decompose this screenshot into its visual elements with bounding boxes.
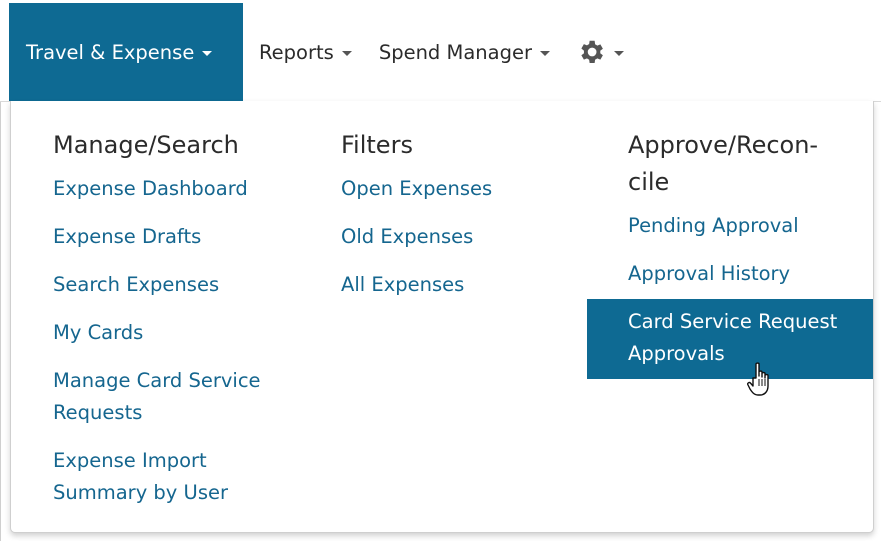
link-search-expenses[interactable]: Search Expenses <box>53 269 303 301</box>
column-heading: Approve/Recon­cile <box>628 131 819 196</box>
hand-pointer-icon <box>747 362 769 396</box>
link-open-expenses[interactable]: Open Expenses <box>341 173 561 205</box>
link-expense-import-summary[interactable]: Expense Import Summary by User <box>53 445 303 509</box>
link-old-expenses[interactable]: Old Expenses <box>341 221 561 253</box>
link-manage-card-service-requests[interactable]: Manage Card Service Requests <box>53 365 303 429</box>
nav-spend-manager[interactable]: Spend Manager <box>352 3 550 101</box>
column-heading: Manage/Search <box>53 131 239 159</box>
top-navbar: Travel & Expense Reports Spend Manager <box>0 0 881 102</box>
main-nav: Travel & Expense Reports Spend Manager <box>9 3 624 101</box>
nav-travel-expense-label: Travel & Expense <box>26 40 195 64</box>
nav-spend-manager-label: Spend Manager <box>378 40 532 64</box>
link-expense-dashboard[interactable]: Expense Dashboard <box>53 173 303 205</box>
nav-travel-expense[interactable]: Travel & Expense <box>9 3 243 101</box>
chevron-down-icon <box>613 50 624 56</box>
column-heading: Filters <box>341 131 413 159</box>
link-my-cards[interactable]: My Cards <box>53 317 303 349</box>
link-pending-approval[interactable]: Pending Approval <box>587 210 873 242</box>
gear-icon <box>581 40 603 63</box>
link-all-expenses[interactable]: All Expenses <box>341 269 561 301</box>
travel-expense-mega-menu: Manage/Search Expense Dashboard Expense … <box>10 101 874 533</box>
chevron-down-icon <box>202 50 213 56</box>
menu-column-filters: Filters Open Expenses Old Expenses All E… <box>341 127 561 317</box>
nav-settings[interactable] <box>550 3 624 101</box>
nav-reports-label: Reports <box>259 40 334 64</box>
menu-column-approve-reconcile: Approve/Recon­cile Pending Approval Appr… <box>587 127 873 395</box>
nav-reports[interactable]: Reports <box>243 3 352 101</box>
link-card-service-request-approvals[interactable]: Card Service Request Approvals <box>587 299 873 379</box>
chevron-down-icon <box>341 50 352 56</box>
link-expense-drafts[interactable]: Expense Drafts <box>53 221 303 253</box>
menu-column-manage-search: Manage/Search Expense Dashboard Expense … <box>53 127 303 525</box>
chevron-down-icon <box>539 50 550 56</box>
link-approval-history[interactable]: Approval History <box>587 258 873 290</box>
